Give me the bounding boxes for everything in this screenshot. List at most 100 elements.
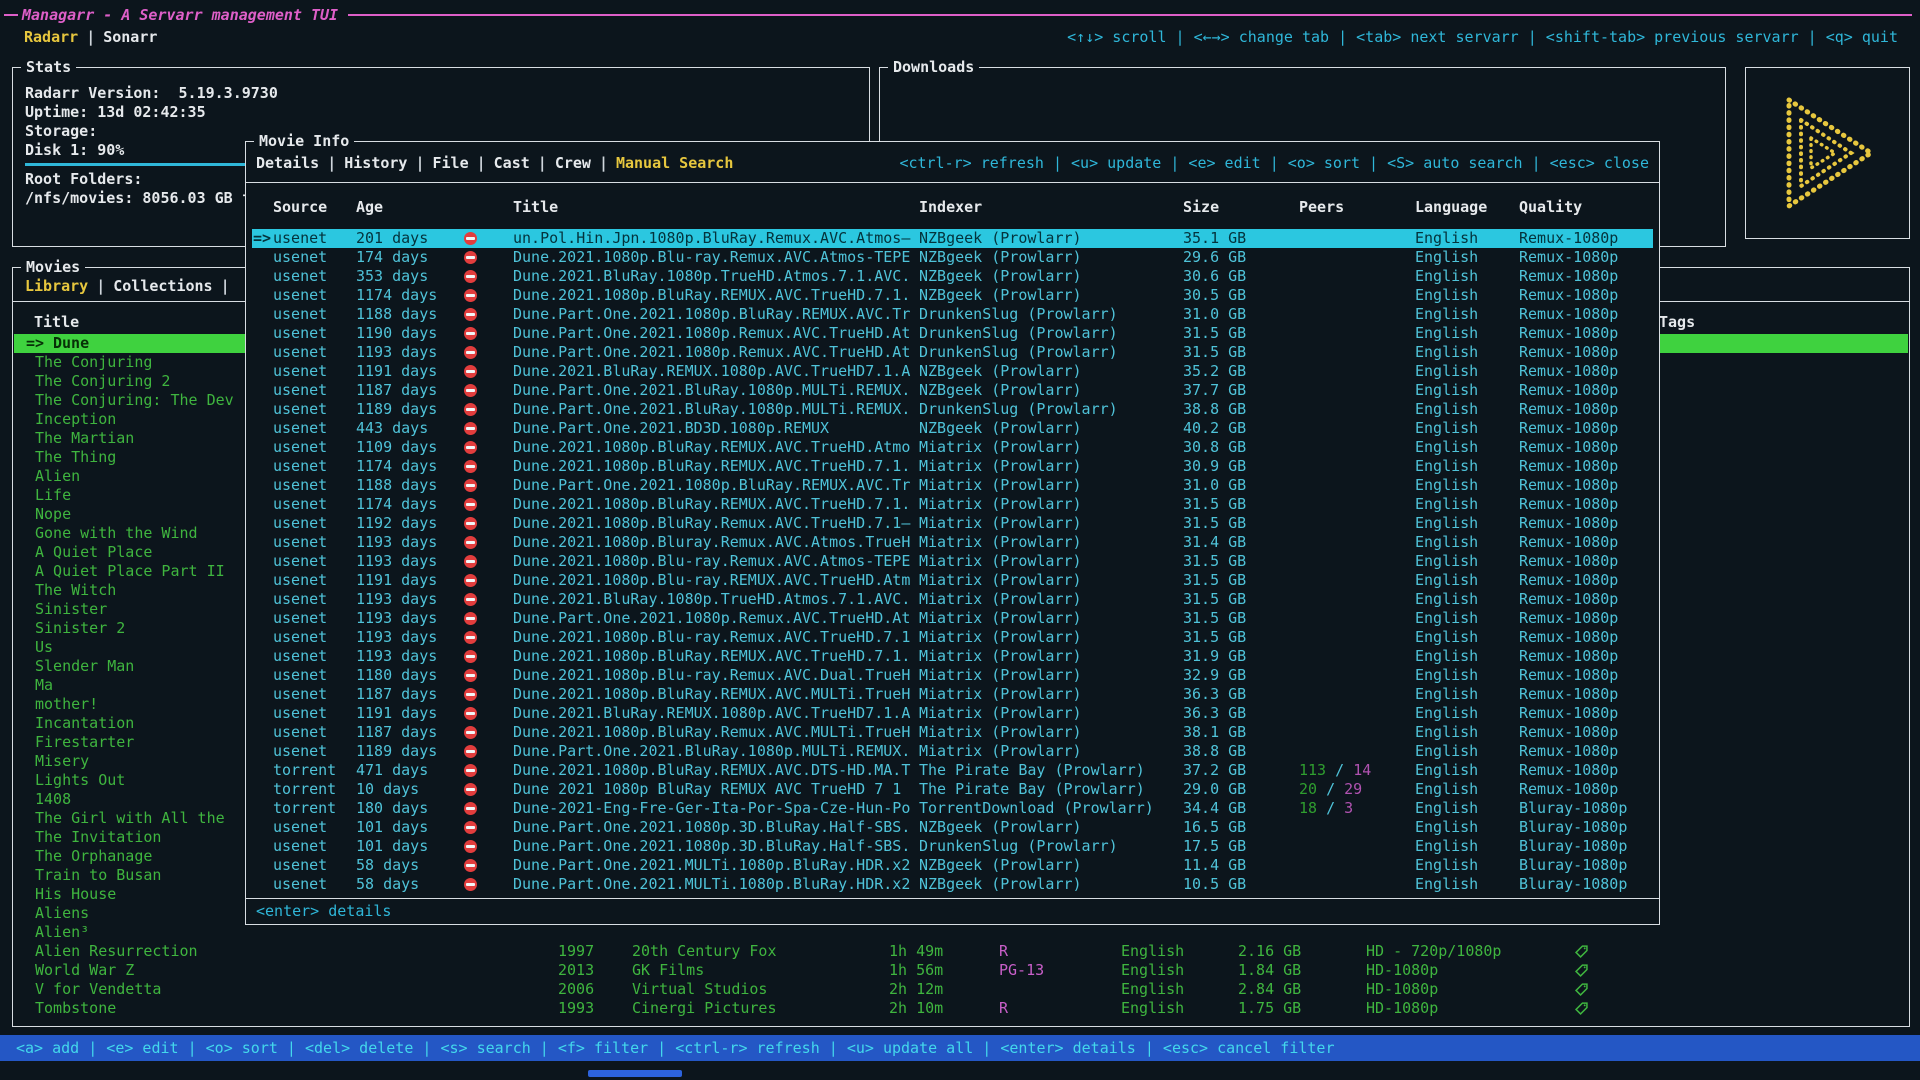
release-row[interactable]: usenet1193 daysDune.2021.BluRay.1080p.Tr… xyxy=(252,590,1653,609)
release-quality: Remux-1080p xyxy=(1519,685,1618,704)
servarr-tab-radarr[interactable]: Radarr xyxy=(24,28,78,46)
release-row[interactable]: usenet1174 daysDune.2021.1080p.BluRay.RE… xyxy=(252,457,1653,476)
release-age: 1188 days xyxy=(356,305,437,324)
movie-info-title: Movie Info xyxy=(254,132,354,150)
release-indexer: NZBgeek (Prowlarr) xyxy=(919,248,1082,267)
release-source: usenet xyxy=(273,685,327,704)
movie-list-item[interactable]: Tombstone1993Cinergi Pictures2h 10mREngl… xyxy=(14,999,1908,1018)
release-indexer: Miatrix (Prowlarr) xyxy=(919,590,1082,609)
release-row[interactable]: usenet1188 daysDune.Part.One.2021.1080p.… xyxy=(252,476,1653,495)
release-row[interactable]: usenet353 daysDune.2021.BluRay.1080p.Tru… xyxy=(252,267,1653,286)
release-source: usenet xyxy=(273,856,327,875)
servarr-tab-sonarr[interactable]: Sonarr xyxy=(103,28,157,46)
release-title: Dune.2021.1080p.BluRay.Remux.AVC.TrueHD.… xyxy=(513,514,910,533)
movie-info-tab-manual-search[interactable]: Manual Search xyxy=(616,154,733,172)
release-row[interactable]: usenet1189 daysDune.Part.One.2021.BluRay… xyxy=(252,400,1653,419)
release-row[interactable]: usenet1191 daysDune.2021.1080p.Blu-ray.R… xyxy=(252,571,1653,590)
release-row[interactable]: usenet1187 daysDune.2021.1080p.BluRay.Re… xyxy=(252,723,1653,742)
release-row[interactable]: usenet1193 daysDune.Part.One.2021.1080p.… xyxy=(252,343,1653,362)
release-title: Dune.Part.One.2021.1080p.3D.BluRay.Half-… xyxy=(513,818,910,837)
release-row[interactable]: usenet1174 daysDune.2021.1080p.BluRay.RE… xyxy=(252,286,1653,305)
release-row[interactable]: usenet1188 daysDune.Part.One.2021.1080p.… xyxy=(252,305,1653,324)
scrollbar-thumb[interactable] xyxy=(588,1070,682,1077)
rejected-icon xyxy=(464,631,477,644)
release-row[interactable]: torrent471 daysDune.2021.1080p.BluRay.RE… xyxy=(252,761,1653,780)
release-quality: Remux-1080p xyxy=(1519,362,1618,381)
release-source: usenet xyxy=(273,571,327,590)
movies-tab-library[interactable]: Library xyxy=(25,277,88,295)
release-language: English xyxy=(1415,666,1478,685)
release-source: usenet xyxy=(273,267,327,286)
release-indexer: DrunkenSlug (Prowlarr) xyxy=(919,400,1118,419)
release-indexer: NZBgeek (Prowlarr) xyxy=(919,419,1082,438)
movie-info-tab-crew[interactable]: Crew xyxy=(555,154,591,172)
release-row[interactable]: usenet1180 daysDune.2021.1080p.Blu-ray.R… xyxy=(252,666,1653,685)
release-row[interactable]: usenet1193 daysDune.2021.1080p.Blu-ray.R… xyxy=(252,552,1653,571)
release-row[interactable]: usenet1191 daysDune.2021.BluRay.REMUX.10… xyxy=(252,362,1653,381)
release-size: 36.3 GB xyxy=(1183,685,1246,704)
release-source: usenet xyxy=(273,590,327,609)
release-title: un.Pol.Hin.Jpn.1080p.BluRay.Remux.AVC.At… xyxy=(513,229,910,248)
release-quality: Remux-1080p xyxy=(1519,780,1618,799)
release-row[interactable]: usenet1109 daysDune.2021.1080p.BluRay.RE… xyxy=(252,438,1653,457)
release-language: English xyxy=(1415,837,1478,856)
release-indexer: Miatrix (Prowlarr) xyxy=(919,457,1082,476)
movie-list-item[interactable]: V for Vendetta2006Virtual Studios2h 12mE… xyxy=(14,980,1908,999)
release-age: 201 days xyxy=(356,229,428,248)
release-title: Dune.2021.1080p.BluRay.REMUX.AVC.TrueHD.… xyxy=(513,495,910,514)
release-row[interactable]: usenet443 daysDune.Part.One.2021.BD3D.10… xyxy=(252,419,1653,438)
app-title: Managarr - A Servarr management TUI xyxy=(22,4,338,26)
rejected-icon xyxy=(464,764,477,777)
release-indexer: Miatrix (Prowlarr) xyxy=(919,438,1082,457)
rejected-icon xyxy=(464,821,477,834)
tab-separator: | xyxy=(96,277,105,295)
release-row[interactable]: usenet1193 daysDune.Part.One.2021.1080p.… xyxy=(252,609,1653,628)
movie-list-item[interactable]: Alien Resurrection199720th Century Fox1h… xyxy=(14,942,1908,961)
release-source: usenet xyxy=(273,248,327,267)
release-row[interactable]: usenet101 daysDune.Part.One.2021.1080p.3… xyxy=(252,818,1653,837)
release-row[interactable]: usenet1193 daysDune.2021.1080p.Bluray.Re… xyxy=(252,533,1653,552)
release-row[interactable]: usenet58 daysDune.Part.One.2021.MULTi.10… xyxy=(252,875,1653,894)
release-row[interactable]: usenet1187 daysDune.2021.1080p.BluRay.RE… xyxy=(252,685,1653,704)
release-indexer: Miatrix (Prowlarr) xyxy=(919,704,1082,723)
release-size: 30.8 GB xyxy=(1183,438,1246,457)
release-row[interactable]: usenet1193 daysDune.2021.1080p.Blu-ray.R… xyxy=(252,628,1653,647)
storage-heading: Storage: xyxy=(25,122,97,141)
release-age: 1192 days xyxy=(356,514,437,533)
movie-info-tab-history[interactable]: History xyxy=(344,154,407,172)
release-row[interactable]: usenet174 daysDune.2021.1080p.Blu-ray.Re… xyxy=(252,248,1653,267)
tab-separator: | xyxy=(477,154,486,172)
movie-info-tab-cast[interactable]: Cast xyxy=(494,154,530,172)
release-row[interactable]: usenet1189 daysDune.Part.One.2021.BluRay… xyxy=(252,742,1653,761)
movie-list-item[interactable]: Alien³ xyxy=(14,923,1908,942)
release-row[interactable]: torrent10 daysDune 2021 1080p BluRay REM… xyxy=(252,780,1653,799)
release-source: usenet xyxy=(273,533,327,552)
release-indexer: The Pirate Bay (Prowlarr) xyxy=(919,780,1145,799)
root-folder-path: /nfs/movies: 8056.03 GB f xyxy=(25,189,251,208)
release-title: Dune 2021 1080p BluRay REMUX AVC TrueHD … xyxy=(513,780,901,799)
release-row[interactable]: usenet58 daysDune.Part.One.2021.MULTi.10… xyxy=(252,856,1653,875)
release-quality: Remux-1080p xyxy=(1519,590,1618,609)
release-peers: 113 / 14 xyxy=(1299,761,1371,780)
release-source: usenet xyxy=(273,419,327,438)
release-age: 443 days xyxy=(356,419,428,438)
release-row[interactable]: usenet1174 daysDune.2021.1080p.BluRay.RE… xyxy=(252,495,1653,514)
release-row[interactable]: usenet1191 daysDune.2021.BluRay.REMUX.10… xyxy=(252,704,1653,723)
release-row[interactable]: usenet1187 daysDune.Part.One.2021.BluRay… xyxy=(252,381,1653,400)
release-row[interactable]: usenet1192 daysDune.2021.1080p.BluRay.Re… xyxy=(252,514,1653,533)
release-size: 16.5 GB xyxy=(1183,818,1246,837)
movie-info-tab-details[interactable]: Details xyxy=(256,154,319,172)
release-source: usenet xyxy=(273,875,327,894)
release-language: English xyxy=(1415,590,1478,609)
release-row[interactable]: =>usenet201 daysun.Pol.Hin.Jpn.1080p.Blu… xyxy=(252,229,1653,248)
release-row[interactable]: usenet1193 daysDune.2021.1080p.BluRay.RE… xyxy=(252,647,1653,666)
movie-list-item[interactable]: World War Z2013GK Films1h 56mPG-13Englis… xyxy=(14,961,1908,980)
release-row[interactable]: torrent180 daysDune-2021-Eng-Fre-Ger-Ita… xyxy=(252,799,1653,818)
movie-info-tab-file[interactable]: File xyxy=(433,154,469,172)
movies-tab-collections[interactable]: Collections xyxy=(113,277,212,295)
movie-title: mother! xyxy=(35,695,98,714)
release-row[interactable]: usenet1190 daysDune.Part.One.2021.1080p.… xyxy=(252,324,1653,343)
release-row[interactable]: usenet101 daysDune.Part.One.2021.1080p.3… xyxy=(252,837,1653,856)
logo-panel xyxy=(1745,67,1910,239)
release-size: 31.5 GB xyxy=(1183,609,1246,628)
